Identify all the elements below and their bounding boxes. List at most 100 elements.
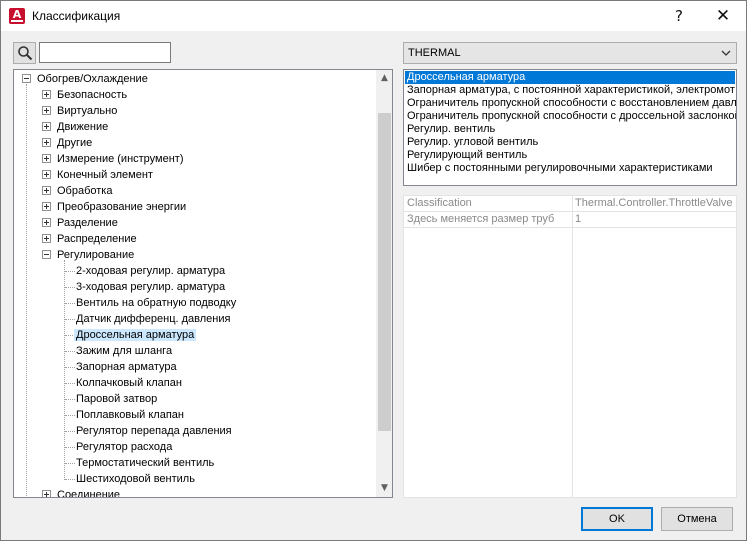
tree-node[interactable]: Движение bbox=[57, 119, 108, 135]
tree-node-label: Дроссельная арматура bbox=[74, 329, 197, 341]
tree-node[interactable]: Разделение bbox=[57, 215, 118, 231]
tree-connector bbox=[65, 383, 75, 384]
tree-leaf[interactable]: 3-ходовая регулир. арматура bbox=[76, 279, 225, 295]
ok-button[interactable]: OK bbox=[581, 507, 653, 531]
tree-leaf[interactable]: Дроссельная арматура bbox=[74, 327, 197, 343]
tree-node-label: Обогрев/Охлаждение bbox=[37, 73, 148, 85]
tree-node[interactable]: Безопасность bbox=[57, 87, 127, 103]
title-bar: A Классификация ? ✕ bbox=[1, 1, 746, 31]
list-item[interactable]: Ограничитель пропускной способности с во… bbox=[405, 97, 736, 110]
tree-leaf[interactable]: Колпачковый клапан bbox=[76, 375, 182, 391]
tree-leaf[interactable]: 2-ходовая регулир. арматура bbox=[76, 263, 225, 279]
property-grid: Classification Thermal.Controller.Throttl… bbox=[403, 195, 737, 498]
list-item[interactable]: Шибер с постоянными регулировочными хара… bbox=[405, 162, 713, 175]
tree-leaf[interactable]: Паровой затвор bbox=[76, 391, 157, 407]
scroll-up-arrow-icon[interactable]: ▲ bbox=[376, 70, 392, 87]
tree-connector bbox=[65, 271, 75, 272]
tree-node-label: 2-ходовая регулир. арматура bbox=[76, 265, 226, 277]
tree-expander[interactable] bbox=[42, 186, 51, 195]
property-key: Здесь меняется размер труб bbox=[407, 213, 555, 225]
tree-content: Обогрев/Охлаждение Безопасность Виртуально… bbox=[14, 70, 376, 497]
tree-connector bbox=[65, 399, 75, 400]
tree-leaf[interactable]: Шестиходовой вентиль bbox=[76, 471, 195, 487]
tree-leaf[interactable]: Термостатический вентиль bbox=[76, 455, 214, 471]
tree-expander[interactable] bbox=[42, 490, 51, 497]
tree-expander[interactable] bbox=[42, 250, 51, 259]
tree-expander[interactable] bbox=[42, 202, 51, 211]
cancel-button[interactable]: Отмена bbox=[661, 507, 733, 531]
property-row: Здесь меняется размер труб 1 bbox=[404, 212, 736, 228]
tree-node[interactable]: Соединение bbox=[57, 487, 120, 497]
chevron-down-icon bbox=[721, 50, 731, 56]
tree-leaf[interactable]: Вентиль на обратную подводку bbox=[76, 295, 236, 311]
close-button[interactable]: ✕ bbox=[701, 1, 745, 31]
tree-node-label: Регулятор перепада давления bbox=[76, 425, 232, 437]
tree-node[interactable]: Обработка bbox=[57, 183, 112, 199]
list-item[interactable]: Запорная арматура, с постоянной характер… bbox=[405, 84, 735, 97]
property-value: Thermal.Controller.ThrottleValve bbox=[575, 197, 733, 209]
search-input[interactable] bbox=[39, 42, 171, 63]
tree-leaf[interactable]: Поплавковый клапан bbox=[76, 407, 184, 423]
tree-node-label: Термостатический вентиль bbox=[76, 457, 215, 469]
tree-node-label: Преобразование энергии bbox=[57, 201, 187, 213]
tree-node[interactable]: Преобразование энергии bbox=[57, 199, 186, 215]
tree-node[interactable]: Конечный элемент bbox=[57, 167, 153, 183]
tree-node-label: Зажим для шланга bbox=[76, 345, 173, 357]
list-item[interactable]: Дроссельная арматура bbox=[405, 71, 735, 84]
tree-expander[interactable] bbox=[42, 106, 51, 115]
tree-node-label: Паровой затвор bbox=[76, 393, 158, 405]
tree-node-label: Обработка bbox=[57, 185, 113, 197]
category-dropdown[interactable]: THERMAL bbox=[403, 42, 737, 64]
tree-node[interactable]: Измерение (инструмент) bbox=[57, 151, 184, 167]
tree-connector bbox=[65, 431, 75, 432]
tree-connector bbox=[26, 84, 27, 496]
list-item[interactable]: Ограничитель пропускной способности с др… bbox=[405, 110, 736, 123]
tree-expander[interactable] bbox=[22, 74, 31, 83]
tree-connector bbox=[65, 415, 75, 416]
tree-expander[interactable] bbox=[42, 122, 51, 131]
tree-node-label: Виртуально bbox=[57, 105, 118, 117]
category-dropdown-value: THERMAL bbox=[408, 47, 461, 59]
tree-expander[interactable] bbox=[42, 218, 51, 227]
tree-node[interactable]: Другие bbox=[57, 135, 92, 151]
tree-node-label: Соединение bbox=[57, 489, 121, 497]
tree-expander[interactable] bbox=[42, 154, 51, 163]
tree-leaf[interactable]: Регулятор расхода bbox=[76, 439, 172, 455]
tree-leaf[interactable]: Датчик дифференц. давления bbox=[76, 311, 230, 327]
tree-node-label: Регулятор расхода bbox=[76, 441, 173, 453]
tree-connector bbox=[65, 367, 75, 368]
tree-node[interactable]: Распределение bbox=[57, 231, 137, 247]
tree-node-label: Регулирование bbox=[57, 249, 135, 261]
tree-node-label: Вентиль на обратную подводку bbox=[76, 297, 237, 309]
list-item[interactable]: Регулир. угловой вентиль bbox=[405, 136, 538, 149]
property-grid-divider bbox=[572, 196, 573, 497]
classification-tree: Обогрев/Охлаждение Безопасность Виртуально… bbox=[13, 69, 393, 498]
tree-node-label: Движение bbox=[57, 121, 109, 133]
list-item[interactable]: Регулир. вентиль bbox=[405, 123, 495, 136]
tree-node[interactable]: Виртуально bbox=[57, 103, 117, 119]
search-icon bbox=[18, 46, 33, 61]
scroll-thumb[interactable] bbox=[378, 113, 391, 431]
component-list: Дроссельная арматура Запорная арматура, с… bbox=[403, 69, 737, 186]
tree-expander[interactable] bbox=[42, 170, 51, 179]
help-button[interactable]: ? bbox=[657, 1, 701, 31]
tree-expander[interactable] bbox=[42, 90, 51, 99]
search-button[interactable] bbox=[13, 42, 36, 64]
classification-dialog: A Классификация ? ✕ Обогрев/Охлаждение Бе… bbox=[0, 0, 747, 541]
tree-leaf[interactable]: Зажим для шланга bbox=[76, 343, 172, 359]
tree-node-label: Измерение (инструмент) bbox=[57, 153, 184, 165]
tree-node-root[interactable]: Обогрев/Охлаждение bbox=[37, 71, 148, 87]
app-logo-icon: A bbox=[9, 8, 25, 24]
tree-node[interactable]: Регулирование bbox=[57, 247, 134, 263]
tree-leaf[interactable]: Запорная арматура bbox=[76, 359, 177, 375]
tree-expander[interactable] bbox=[42, 234, 51, 243]
property-value: 1 bbox=[575, 213, 582, 225]
list-item[interactable]: Регулирующий вентиль bbox=[405, 149, 527, 162]
tree-connector bbox=[64, 260, 65, 480]
tree-leaf[interactable]: Регулятор перепада давления bbox=[76, 423, 232, 439]
tree-node-label: Шестиходовой вентиль bbox=[76, 473, 195, 485]
tree-expander[interactable] bbox=[42, 138, 51, 147]
tree-scrollbar[interactable]: ▲ ▼ bbox=[376, 70, 392, 497]
tree-connector bbox=[65, 319, 75, 320]
scroll-down-arrow-icon[interactable]: ▼ bbox=[376, 480, 392, 497]
